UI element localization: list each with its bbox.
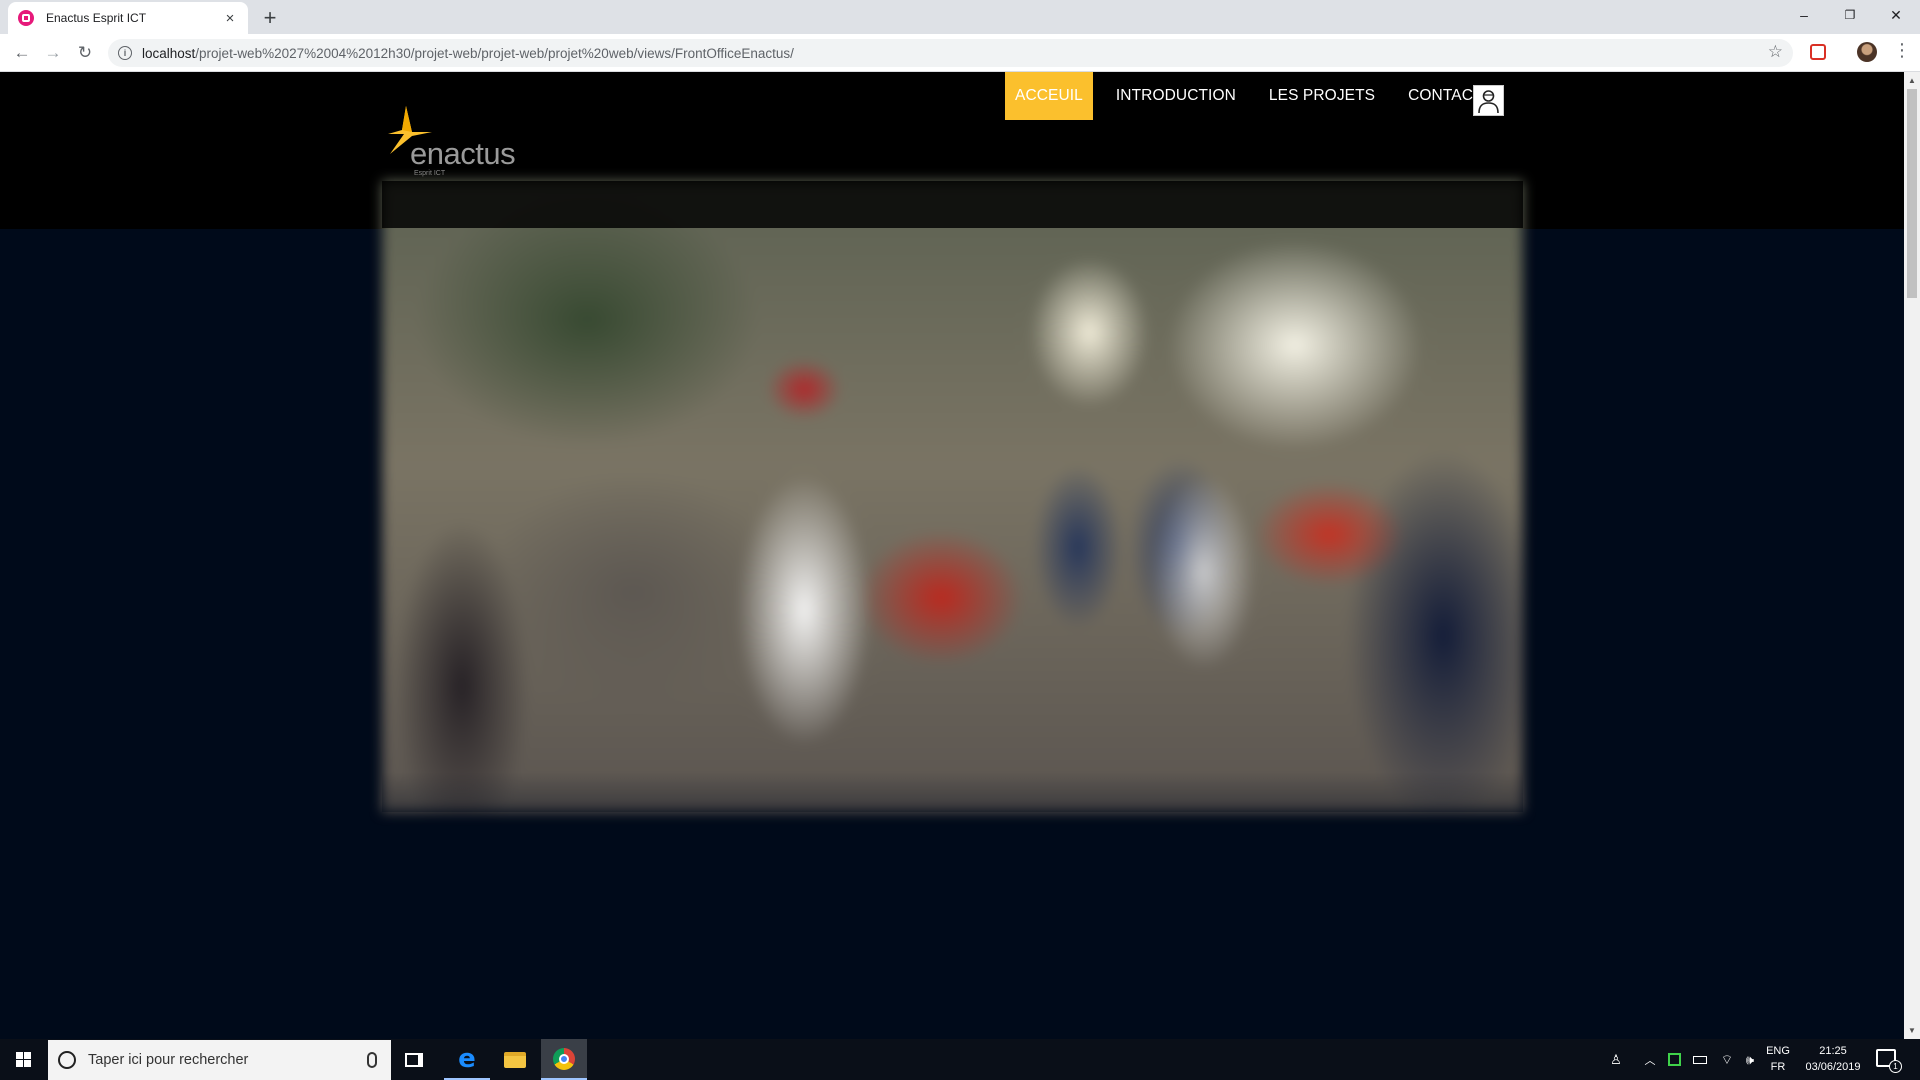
main-navigation: ACCEUIL INTRODUCTION LES PROJETS CONTACT [1005,72,1506,120]
task-view-button[interactable] [391,1039,437,1080]
battery-icon[interactable] [1690,1039,1710,1080]
edge-icon: e [458,1043,476,1074]
tray-app-icon[interactable] [1664,1039,1684,1080]
new-tab-button[interactable]: + [258,5,282,31]
url-text[interactable]: localhost/projet-web%2027%2004%2012h30/p… [142,46,794,61]
volume-icon[interactable]: 🕪 [1740,1039,1760,1080]
file-explorer-button[interactable] [492,1039,538,1080]
logo-text: enactus [410,136,516,171]
user-silhouette-icon [1478,90,1499,114]
language-code: ENG [1766,1045,1790,1057]
browser-tab[interactable]: Enactus Esprit ICT × [8,2,248,34]
extension-icon[interactable] [1810,44,1826,60]
scroll-thumb[interactable] [1907,89,1917,298]
hero-bottom-fade [382,772,1523,812]
windows-taskbar: Taper ici pour rechercher e ♙ ︿ ⌔ 🕪 ENG … [0,1039,1920,1080]
profile-icon[interactable] [1857,42,1877,62]
user-avatar-icon[interactable] [1473,85,1504,116]
notification-count: 1 [1889,1060,1902,1073]
taskbar-search[interactable]: Taper ici pour rechercher [48,1040,391,1080]
back-icon[interactable]: ← [10,41,34,65]
nav-item-les-projets[interactable]: LES PROJETS [1259,72,1385,120]
minimize-button[interactable]: – [1781,0,1827,30]
site-logo[interactable]: enactus Esprit ICT [388,106,528,178]
nav-item-introduction[interactable]: INTRODUCTION [1106,72,1246,120]
page-viewport: enactus Esprit ICT ACCEUIL INTRODUCTION … [0,72,1904,1039]
tab-close-icon[interactable]: × [222,10,238,27]
address-bar[interactable]: i localhost/projet-web%2027%2004%2012h30… [108,39,1793,67]
tray-chevron-icon[interactable]: ︿ [1640,1039,1660,1080]
language-indicator[interactable]: ENG FR [1763,1043,1793,1075]
task-view-icon [405,1052,423,1067]
edge-button[interactable]: e [444,1039,490,1080]
restore-button[interactable]: ❐ [1827,0,1873,30]
chrome-button[interactable] [541,1039,587,1080]
info-icon[interactable]: i [118,46,132,60]
reload-icon[interactable]: ↻ [73,41,97,65]
taskbar-search-placeholder[interactable]: Taper ici pour rechercher [88,1052,367,1068]
clock-time: 21:25 [1819,1045,1847,1057]
star-icon[interactable]: ☆ [1768,42,1783,62]
file-explorer-icon [504,1051,526,1068]
keyboard-layout: FR [1770,1061,1786,1073]
browser-tabstrip: Enactus Esprit ICT × + – ❐ ✕ [0,0,1920,34]
chrome-icon [553,1047,575,1070]
forward-icon[interactable]: → [41,41,65,65]
menu-icon[interactable]: ⋮ [1893,40,1911,61]
microphone-icon[interactable] [367,1052,377,1068]
page-scrollbar[interactable]: ▲ ▼ [1904,72,1920,1039]
hero-image [382,181,1523,812]
url-host: localhost [142,45,196,61]
cortana-icon [58,1051,76,1069]
clock[interactable]: 21:25 03/06/2019 [1798,1043,1868,1075]
url-path: /projet-web%2027%2004%2012h30/projet-web… [195,45,794,61]
clock-date: 03/06/2019 [1805,1061,1861,1073]
windows-logo-icon [16,1052,31,1067]
tab-title: Enactus Esprit ICT [46,11,147,25]
network-icon[interactable]: ⌔ [1716,1039,1738,1080]
nav-item-acceuil[interactable]: ACCEUIL [1005,72,1093,120]
close-window-button[interactable]: ✕ [1873,0,1919,30]
browser-toolbar: ← → ↻ i localhost/projet-web%2027%2004%2… [0,34,1920,72]
scroll-down-icon[interactable]: ▼ [1904,1022,1920,1039]
hero-overlay-band [382,181,1523,228]
logo-subtitle: Esprit ICT [414,170,446,177]
people-icon[interactable]: ♙ [1604,1039,1628,1080]
favicon-icon [18,10,34,26]
scroll-up-icon[interactable]: ▲ [1904,72,1920,89]
start-button[interactable] [0,1039,47,1080]
